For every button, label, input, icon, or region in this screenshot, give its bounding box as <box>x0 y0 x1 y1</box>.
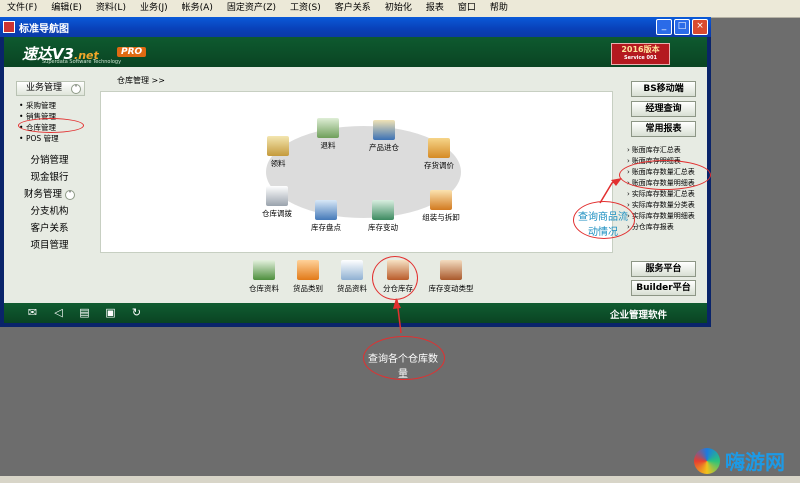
watermark-text: 嗨游网 <box>725 450 785 474</box>
annotation-arrows <box>393 178 622 334</box>
site-logo-icon <box>694 447 720 474</box>
status-bar <box>0 476 800 483</box>
watermark: 嗨游网 <box>694 446 785 475</box>
